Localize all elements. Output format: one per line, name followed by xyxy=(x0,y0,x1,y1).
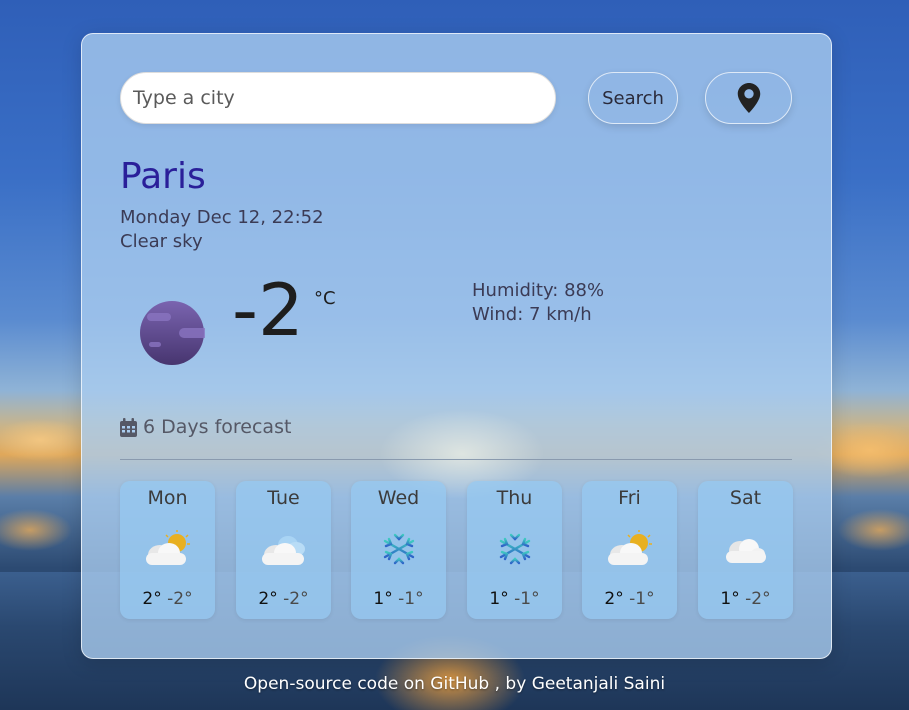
forecast-min: -1° xyxy=(398,589,424,609)
source-code-link[interactable]: Open-source code xyxy=(244,674,398,694)
forecast-day-card: Tue 2° -2° xyxy=(236,481,331,619)
weather-card: Search Paris Monday Dec 12, 22:52 Clear … xyxy=(81,33,832,659)
forecast-day-card: Fri 2° -1° xyxy=(582,481,677,619)
forecast-min: -1° xyxy=(629,589,655,609)
forecast-heading: 6 Days forecast xyxy=(120,416,291,438)
forecast-day-name: Tue xyxy=(267,487,300,509)
forecast-min: -2° xyxy=(167,589,193,609)
partly-cloudy-icon xyxy=(608,530,652,565)
cloud-icon xyxy=(726,539,766,563)
forecast-temps: 1° -1° xyxy=(467,589,562,609)
forecast-max: 1° xyxy=(720,589,740,609)
forecast-temps: 2° -2° xyxy=(120,589,215,609)
forecast-list: Mon 2° -2° Tue 2° -2° Wed 1° -1° Thu 1° … xyxy=(120,481,793,619)
author-name: Geetanjali Saini xyxy=(531,674,666,694)
forecast-max: 2° xyxy=(142,589,162,609)
forecast-day-card: Thu 1° -1° xyxy=(467,481,562,619)
current-temperature: -2 xyxy=(232,268,304,352)
weather-description: Clear sky xyxy=(120,231,203,252)
current-location-button[interactable] xyxy=(705,72,792,124)
forecast-day-card: Wed 1° -1° xyxy=(351,481,446,619)
forecast-max: 1° xyxy=(373,589,393,609)
forecast-day-name: Wed xyxy=(377,487,420,509)
forecast-temps: 2° -1° xyxy=(582,589,677,609)
search-button[interactable]: Search xyxy=(588,72,678,124)
forecast-day-name: Thu xyxy=(496,487,533,509)
forecast-day-name: Mon xyxy=(147,487,188,509)
forecast-title: 6 Days forecast xyxy=(143,416,292,438)
forecast-day-card: Sat 1° -2° xyxy=(698,481,793,619)
forecast-day-name: Sat xyxy=(729,487,762,509)
footer-text: on GitHub , by xyxy=(398,674,532,694)
forecast-day-name: Fri xyxy=(618,487,641,509)
snowflake-icon xyxy=(499,531,531,567)
forecast-min: -2° xyxy=(283,589,309,609)
divider xyxy=(120,459,792,460)
forecast-day-card: Mon 2° -2° xyxy=(120,481,215,619)
forecast-max: 2° xyxy=(258,589,278,609)
forecast-min: -2° xyxy=(745,589,771,609)
forecast-temps: 1° -1° xyxy=(351,589,446,609)
night-moon-icon xyxy=(140,301,205,365)
calendar-icon xyxy=(120,417,137,437)
humidity: Humidity: 88% xyxy=(472,280,605,301)
forecast-temps: 1° -2° xyxy=(698,589,793,609)
map-marker-icon xyxy=(737,83,760,113)
city-search-input[interactable] xyxy=(120,72,556,124)
city-name: Paris xyxy=(120,156,206,197)
forecast-max: 1° xyxy=(489,589,509,609)
snowflake-icon xyxy=(383,531,415,567)
cloudy-icon xyxy=(262,536,305,565)
wind-speed: Wind: 7 km/h xyxy=(472,304,592,325)
forecast-temps: 2° -2° xyxy=(236,589,331,609)
partly-cloudy-icon xyxy=(146,530,190,565)
temperature-unit: °C xyxy=(314,288,336,309)
current-datetime: Monday Dec 12, 22:52 xyxy=(120,207,324,228)
footer: Open-source code on GitHub , by Geetanja… xyxy=(0,674,909,694)
forecast-min: -1° xyxy=(514,589,540,609)
forecast-max: 2° xyxy=(604,589,624,609)
